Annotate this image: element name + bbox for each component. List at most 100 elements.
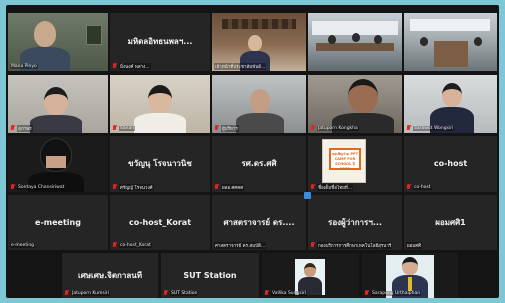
mic-off-icon bbox=[310, 184, 315, 190]
video-tile-3[interactable] bbox=[308, 13, 402, 71]
participant-name: SUT Station bbox=[170, 290, 199, 296]
video-tile-7[interactable]: ผู้บริหาร bbox=[212, 75, 306, 133]
participant-label: ผลอ.ศศคศ bbox=[214, 183, 245, 191]
participant-label: ผู้บริหาร bbox=[214, 124, 239, 132]
mic-off-icon bbox=[264, 290, 269, 296]
video-tile-11[interactable]: ขวัญนุ โรจนาวนิช ศรัญญ์ โรจนวงศ์ bbox=[110, 136, 210, 192]
participant-label: เจ้าหน้าที่ประชาสัมพันธ์... bbox=[214, 62, 267, 70]
video-tile-17[interactable]: ศาสตราจารย์ ดร.... ศาสตราจารย์ ดร.สมบัติ… bbox=[212, 195, 306, 250]
participant-name: co-host_Korat bbox=[119, 242, 152, 248]
participant-name: ชื่อเต็มชื่อไทยที่... bbox=[317, 183, 354, 191]
participant-label: Sanan bbox=[112, 124, 136, 132]
mic-off-icon bbox=[112, 125, 117, 131]
video-tile-19[interactable]: ผอมศศิ1 ผอมศศิ bbox=[404, 195, 497, 250]
participant-label: co-host_Korat bbox=[112, 241, 152, 249]
video-tile-5[interactable]: สุภาพร bbox=[8, 75, 108, 133]
mic-off-icon bbox=[310, 242, 315, 248]
participant-label: ศรัญญ์ โรจนวงศ์ bbox=[112, 183, 154, 191]
video-tile-0[interactable]: Mana Pinyo bbox=[8, 13, 108, 71]
participant-display-name: ผอมศศิ1 bbox=[435, 217, 466, 227]
participant-name: Sarawut Wongsiri bbox=[413, 125, 455, 131]
mic-off-icon bbox=[112, 184, 117, 190]
mic-off-icon bbox=[310, 125, 315, 131]
mic-off-icon bbox=[214, 184, 219, 190]
video-tile-14[interactable]: co-host co-host bbox=[404, 136, 497, 192]
video-tile-6[interactable]: Sanan bbox=[110, 75, 210, 133]
mic-off-icon bbox=[10, 125, 15, 131]
participant-name: เจ้าหน้าที่ประชาสัมพันธ์... bbox=[214, 62, 267, 70]
participant-display-name: ศาสตราจารย์ ดร.... bbox=[223, 217, 295, 227]
participant-label: มิ่งนงค์ พสาง... bbox=[112, 62, 151, 70]
participant-label: กองบริการการศึกษาเทคโนโลยีสุรนารี bbox=[310, 241, 393, 249]
video-tile-18[interactable]: รองผู้ว่าการฯ... กองบริการการศึกษาเทคโนโ… bbox=[308, 195, 402, 250]
participant-name: ศรัญญ์ โรจนวงศ์ bbox=[119, 183, 154, 191]
video-tile-13[interactable]: ขอเชิญร่วม PPT CAMP FOR SCHOOL ปี 2565 ช… bbox=[308, 136, 402, 192]
video-tile-9[interactable]: Sarawut Wongsiri bbox=[404, 75, 497, 133]
video-tile-8[interactable]: Jatuporn Kongkha bbox=[308, 75, 402, 133]
participant-label: e-meeting bbox=[10, 241, 36, 249]
mic-off-icon bbox=[364, 290, 369, 296]
mic-off-icon bbox=[112, 242, 117, 248]
video-feed bbox=[404, 13, 497, 71]
participant-display-name: รศ.ดร.ศศิ bbox=[241, 158, 277, 168]
participant-label: Vallika Sungsiri bbox=[264, 289, 308, 297]
participant-label: ผอมศศิ bbox=[406, 241, 423, 249]
participant-name: Vallika Sungsiri bbox=[271, 290, 308, 296]
video-tile-2[interactable]: เจ้าหน้าที่ประชาสัมพันธ์... bbox=[212, 13, 306, 71]
participant-display-name: รองผู้ว่าการฯ... bbox=[328, 217, 382, 227]
video-tile-22[interactable]: Vallika Sungsiri bbox=[262, 253, 359, 298]
zoom-gallery-view: Mana Pinyo มหิดลอิทธนพลฯ... มิ่งนงค์ พสา… bbox=[6, 5, 499, 298]
mic-off-icon bbox=[406, 125, 411, 131]
participant-label: SUT Station bbox=[163, 289, 199, 297]
participant-name: มิ่งนงค์ พสาง... bbox=[119, 62, 151, 70]
participant-name: Sanan bbox=[119, 125, 136, 131]
participant-label: Jatuporn Kumsiri bbox=[64, 289, 111, 297]
participant-label: Sontaya Chansiriwat bbox=[10, 183, 66, 191]
participant-name: Jatuporn Kumsiri bbox=[71, 290, 111, 296]
participant-label: Sarawut Wongsiri bbox=[406, 124, 455, 132]
video-tile-1[interactable]: มหิดลอิทธนพลฯ... มิ่งนงค์ พสาง... bbox=[110, 13, 210, 71]
video-tile-16[interactable]: co-host_Korat co-host_Korat bbox=[110, 195, 210, 250]
video-tile-21[interactable]: SUT Station SUT Station bbox=[161, 253, 259, 298]
participant-name: ผลอ.ศศคศ bbox=[221, 183, 245, 191]
video-tile-23[interactable]: Sarapong Urthaiphan bbox=[362, 253, 458, 298]
mic-off-icon bbox=[406, 184, 411, 190]
participant-name: ผู้บริหาร bbox=[221, 124, 239, 132]
video-feed bbox=[308, 13, 402, 71]
participant-display-name: co-host_Korat bbox=[128, 217, 192, 227]
video-tile-15[interactable]: e-meeting e-meeting bbox=[8, 195, 108, 250]
mic-off-icon bbox=[64, 290, 69, 296]
participant-name: ผอมศศิ bbox=[406, 241, 423, 249]
participant-name: Jatuporn Kongkha bbox=[317, 125, 359, 131]
blue-indicator-icon bbox=[304, 192, 311, 199]
shared-image: ขอเชิญร่วม PPT CAMP FOR SCHOOL ปี 2565 bbox=[322, 139, 366, 183]
share-card-text: ขอเชิญร่วม PPT CAMP FOR SCHOOL ปี 2565 bbox=[329, 148, 361, 171]
participant-name: ศาสตราจารย์ ดร.สมบัติ... bbox=[214, 241, 267, 249]
video-tile-20[interactable]: เศษเศษ.จิตกาลนที Jatuporn Kumsiri bbox=[62, 253, 158, 298]
participant-name: Sontaya Chansiriwat bbox=[17, 184, 66, 190]
participant-label: Jatuporn Kongkha bbox=[310, 124, 359, 132]
mic-off-icon bbox=[214, 125, 219, 131]
participant-display-name: SUT Station bbox=[183, 270, 237, 280]
participant-name: Sarapong Urthaiphan bbox=[371, 290, 422, 296]
participant-name: Mana Pinyo bbox=[10, 63, 38, 69]
participant-name: e-meeting bbox=[10, 242, 36, 248]
participant-label: Mana Pinyo bbox=[10, 62, 38, 70]
participant-name: สุภาพร bbox=[17, 124, 33, 132]
participant-label: Sarapong Urthaiphan bbox=[364, 289, 422, 297]
participant-name: กองบริการการศึกษาเทคโนโลยีสุรนารี bbox=[317, 241, 393, 249]
video-tile-4[interactable] bbox=[404, 13, 497, 71]
participant-label: co-host bbox=[406, 183, 432, 191]
participant-label: ชื่อเต็มชื่อไทยที่... bbox=[310, 183, 354, 191]
participant-name: co-host bbox=[413, 184, 432, 190]
participant-display-name: co-host bbox=[433, 159, 468, 169]
video-tile-12[interactable]: รศ.ดร.ศศิ ผลอ.ศศคศ bbox=[212, 136, 306, 192]
participant-label: ศาสตราจารย์ ดร.สมบัติ... bbox=[214, 241, 267, 249]
mic-off-icon bbox=[163, 290, 168, 296]
participant-display-name: มหิดลอิทธนพลฯ... bbox=[127, 36, 193, 46]
video-tile-10[interactable]: Sontaya Chansiriwat bbox=[8, 136, 108, 192]
participant-display-name: เศษเศษ.จิตกาลนที bbox=[77, 270, 143, 280]
mic-off-icon bbox=[112, 63, 117, 69]
participant-label: สุภาพร bbox=[10, 124, 33, 132]
participant-display-name: ขวัญนุ โรจนาวนิช bbox=[128, 158, 192, 168]
